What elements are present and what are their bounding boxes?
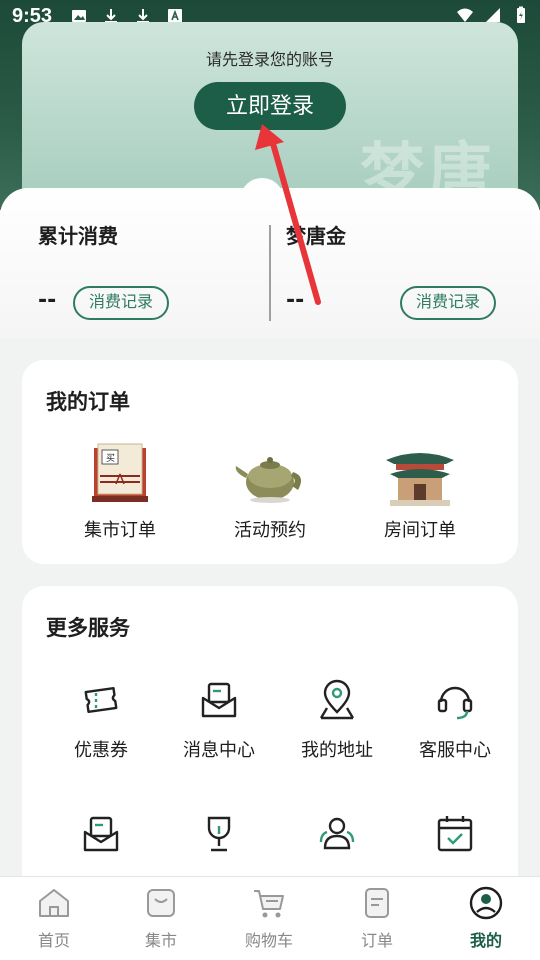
mail-icon xyxy=(79,812,123,856)
svg-text:买: 买 xyxy=(106,453,115,464)
mengtang-gold-value: -- xyxy=(286,288,305,313)
calendar-check-icon xyxy=(433,812,477,856)
battery-icon xyxy=(512,6,530,24)
room-order-label: 房间订单 xyxy=(384,520,456,541)
more-services-title: 更多服务 xyxy=(46,616,130,640)
message-icon xyxy=(197,678,241,722)
headset-icon xyxy=(433,678,477,722)
user-group-icon xyxy=(315,812,359,856)
cart-icon xyxy=(251,885,287,921)
brand-watermark: 梦唐 xyxy=(360,136,496,192)
my-address-entry[interactable]: 我的地址 xyxy=(282,678,392,778)
pavilion-icon xyxy=(380,438,460,510)
mengtang-gold-section: 梦唐金 -- 消费记录 xyxy=(286,188,536,338)
message-center-label: 消息中心 xyxy=(183,740,255,761)
customer-service-entry[interactable]: 客服中心 xyxy=(400,678,510,778)
total-spending-section: 累计消费 -- 消费记录 xyxy=(38,188,288,338)
trophy-icon xyxy=(197,812,241,856)
nav-profile-label: 我的 xyxy=(469,931,502,950)
nav-market-label: 集市 xyxy=(144,931,177,950)
more-services-card: 更多服务 优惠券 消息中心 我的地址 客服中心 xyxy=(22,586,518,906)
room-order-entry[interactable]: 房间订单 xyxy=(360,438,480,548)
customer-service-label: 客服中心 xyxy=(419,740,491,761)
message-center-entry[interactable]: 消息中心 xyxy=(164,678,274,778)
event-booking-label: 活动预约 xyxy=(234,520,306,541)
mengtang-gold-label: 梦唐金 xyxy=(286,224,346,248)
profile-icon xyxy=(468,885,504,921)
nav-profile[interactable]: 我的 xyxy=(441,885,531,955)
nav-home[interactable]: 首页 xyxy=(9,885,99,955)
market-bag-icon xyxy=(143,885,179,921)
nav-orders-label: 订单 xyxy=(360,931,393,950)
nav-home-label: 首页 xyxy=(37,931,70,950)
stats-divider xyxy=(269,225,271,321)
teapot-icon xyxy=(230,438,310,510)
spending-records-button[interactable]: 消费记录 xyxy=(73,286,170,320)
bottom-nav: 首页 集市 购物车 订单 我的 xyxy=(0,876,540,960)
coupon-entry[interactable]: 优惠券 xyxy=(46,678,156,778)
market-order-entry[interactable]: 买 集市订单 xyxy=(60,438,180,548)
market-order-icon: 买 xyxy=(80,438,160,510)
gold-records-button[interactable]: 消费记录 xyxy=(400,286,497,320)
total-spending-value: -- xyxy=(38,288,57,313)
location-icon xyxy=(315,678,359,722)
login-card: 请先登录您的账号 立即登录 梦唐 xyxy=(22,22,518,192)
coupon-label: 优惠券 xyxy=(74,740,128,761)
total-spending-label: 累计消费 xyxy=(38,224,118,248)
nav-orders[interactable]: 订单 xyxy=(332,885,422,955)
coupon-icon xyxy=(79,678,123,722)
event-booking-entry[interactable]: 活动预约 xyxy=(210,438,330,548)
login-prompt: 请先登录您的账号 xyxy=(205,50,334,69)
my-orders-card: 我的订单 买 集市订单 活动预约 房间订单 xyxy=(22,360,518,564)
market-order-label: 集市订单 xyxy=(84,520,156,541)
my-orders-title: 我的订单 xyxy=(46,390,130,414)
my-address-label: 我的地址 xyxy=(301,740,373,761)
order-list-icon xyxy=(359,885,395,921)
nav-market[interactable]: 集市 xyxy=(116,885,206,955)
nav-cart-label: 购物车 xyxy=(244,931,293,950)
nav-cart[interactable]: 购物车 xyxy=(224,885,314,955)
login-button[interactable]: 立即登录 xyxy=(194,82,346,130)
home-icon xyxy=(36,885,72,921)
